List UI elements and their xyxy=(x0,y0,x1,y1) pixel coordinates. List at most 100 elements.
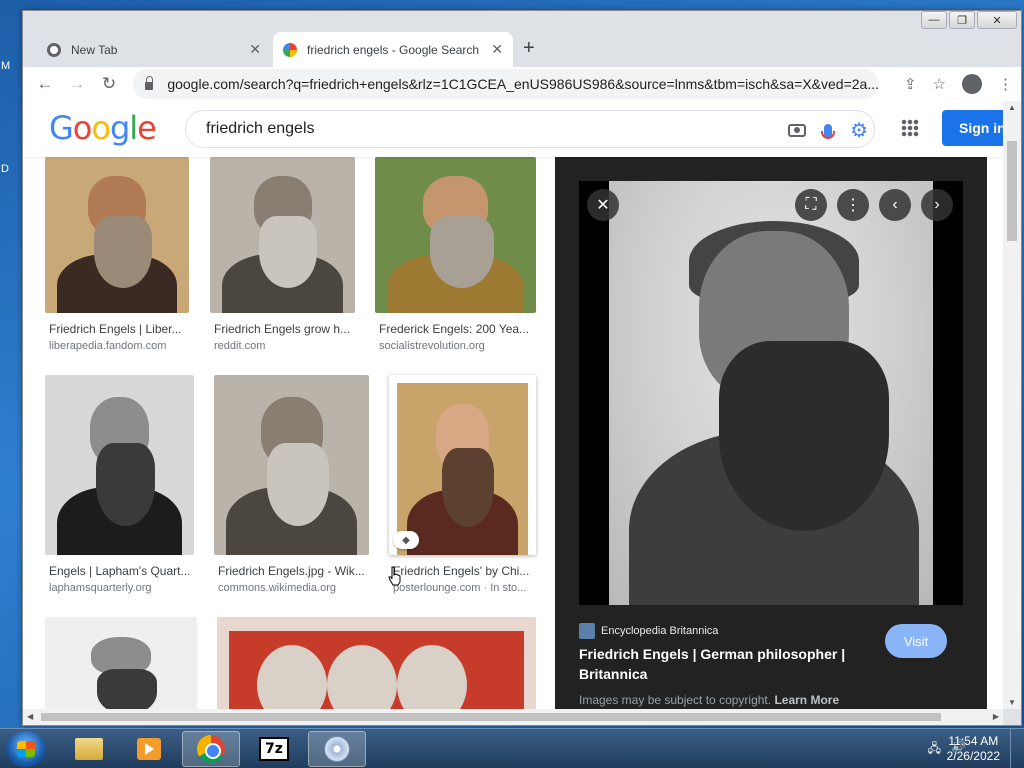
tab-title: friedrich engels - Google Search xyxy=(307,42,480,57)
result-source[interactable]: reddit.com xyxy=(214,340,354,352)
taskbar-disc-app[interactable] xyxy=(308,731,366,767)
image-results-grid: Friedrich Engels | Liber... liberapedia.… xyxy=(23,157,555,709)
browser-window: — ❐ ✕ New Tab ✕ friedrich engels - Googl… xyxy=(22,10,1022,726)
scroll-right-icon[interactable]: ▶ xyxy=(993,712,999,721)
horizontal-scroll-thumb[interactable] xyxy=(41,713,941,721)
google-favicon-icon xyxy=(283,42,297,57)
logo-letter: e xyxy=(137,109,157,147)
browser-menu-icon[interactable]: ⋮ xyxy=(998,75,1013,93)
taskbar-7zip[interactable]: 7z xyxy=(245,731,303,767)
url-text: google.com/search?q=friedrich+engels&rlz… xyxy=(167,76,879,92)
scroll-down-icon[interactable]: ▼ xyxy=(1008,698,1016,707)
image-result-thumbnail[interactable] xyxy=(45,375,194,555)
network-icon[interactable]: 🖧 xyxy=(928,739,941,760)
reload-button[interactable]: ↻ xyxy=(93,74,125,94)
previous-image-icon[interactable]: ‹ xyxy=(879,189,911,221)
close-preview-icon[interactable]: ✕ xyxy=(587,189,619,221)
logo-letter: G xyxy=(49,109,74,147)
preview-source[interactable]: Encyclopedia Britannica xyxy=(579,623,718,639)
tab-new-tab[interactable]: New Tab ✕ xyxy=(37,32,271,67)
image-preview-panel: ✕ ⛶ ⋮ ‹ › Encyclopedia Britannica Friedr… xyxy=(555,157,987,709)
minimize-button[interactable]: — xyxy=(921,11,947,29)
share-icon[interactable]: ⇪ xyxy=(904,75,917,93)
maximize-button[interactable]: ❐ xyxy=(949,11,975,29)
lock-icon xyxy=(145,76,154,90)
image-result-thumbnail[interactable] xyxy=(375,157,536,313)
back-button[interactable]: ← xyxy=(29,74,61,94)
result-title[interactable]: Friedrich Engels' by Chi... xyxy=(393,564,533,578)
result-source[interactable]: posterlounge.com · In sto... xyxy=(393,582,533,594)
tab-google-search[interactable]: friedrich engels - Google Search ✕ xyxy=(273,32,513,67)
search-input[interactable]: friedrich engels ⚙ xyxy=(185,110,875,148)
window-controls: — ❐ ✕ xyxy=(921,11,1017,29)
result-title[interactable]: Friedrich Engels | Liber... xyxy=(49,322,189,336)
result-source[interactable]: liberapedia.fandom.com xyxy=(49,340,189,352)
sign-in-button[interactable]: Sign in xyxy=(942,110,1003,146)
tag-icon[interactable]: ◆ xyxy=(393,531,419,549)
profile-avatar[interactable] xyxy=(962,74,982,94)
google-logo[interactable]: Google xyxy=(49,109,157,147)
folder-icon xyxy=(75,738,103,760)
visit-button[interactable]: Visit xyxy=(885,624,947,658)
result-title[interactable]: Engels | Lapham's Quart... xyxy=(49,564,194,578)
media-player-icon xyxy=(137,738,161,760)
copyright-notice: Images may be subject to copyright. Lear… xyxy=(579,693,839,707)
image-result-thumbnail[interactable] xyxy=(45,617,197,709)
close-window-button[interactable]: ✕ xyxy=(977,11,1017,29)
learn-more-link[interactable]: Learn More xyxy=(774,693,839,707)
new-tab-button[interactable]: + xyxy=(523,37,535,60)
taskbar: 7z 🖧 🔊 11:54 AM 2/26/2022 xyxy=(0,728,1024,768)
taskbar-media-player[interactable] xyxy=(120,731,178,767)
desktop-icon-label: M xyxy=(1,60,11,72)
camera-search-icon[interactable] xyxy=(788,124,807,137)
taskbar-chrome[interactable] xyxy=(182,731,240,767)
tab-title: New Tab xyxy=(71,42,118,57)
settings-gear-icon[interactable]: ⚙ xyxy=(850,118,868,143)
lens-search-icon[interactable]: ⛶ xyxy=(795,189,827,221)
disc-icon xyxy=(324,736,350,762)
preview-image[interactable]: ✕ ⛶ ⋮ ‹ › xyxy=(579,181,963,605)
logo-letter: o xyxy=(91,109,111,147)
next-image-icon[interactable]: › xyxy=(921,189,953,221)
result-source[interactable]: commons.wikimedia.org xyxy=(218,582,368,594)
address-bar[interactable]: google.com/search?q=friedrich+engels&rlz… xyxy=(133,69,879,99)
desktop-icon-label: D xyxy=(1,163,9,175)
forward-button[interactable]: → xyxy=(61,74,93,94)
hand-cursor-icon xyxy=(388,566,401,586)
image-result-thumbnail[interactable] xyxy=(210,157,355,313)
copyright-text: Images may be subject to copyright. xyxy=(579,693,772,707)
taskbar-explorer[interactable] xyxy=(60,731,118,767)
preview-title[interactable]: Friedrich Engels | German philosopher | … xyxy=(579,644,869,684)
bookmark-star-icon[interactable]: ☆ xyxy=(933,75,946,93)
search-query: friedrich engels xyxy=(206,120,315,137)
google-images-page: Google friedrich engels ⚙ Sign in Friedr… xyxy=(23,101,1003,709)
chrome-icon xyxy=(197,735,225,763)
start-button[interactable] xyxy=(6,731,46,767)
clock-time: 11:54 AM xyxy=(948,734,999,748)
image-result-thumbnail[interactable] xyxy=(214,375,369,555)
chrome-icon xyxy=(47,42,61,57)
microphone-icon[interactable] xyxy=(821,123,836,139)
tab-close-icon[interactable]: ✕ xyxy=(249,41,261,58)
horizontal-scrollbar[interactable]: ◀ ▶ xyxy=(23,709,1003,725)
result-title[interactable]: Frederick Engels: 200 Yea... xyxy=(379,322,534,336)
vertical-scrollbar[interactable]: ▲ ▼ xyxy=(1003,101,1021,709)
result-source[interactable]: laphamsquarterly.org xyxy=(49,582,194,594)
result-title[interactable]: Friedrich Engels.jpg - Wik... xyxy=(218,564,368,578)
vertical-scroll-thumb[interactable] xyxy=(1007,141,1017,241)
scroll-left-icon[interactable]: ◀ xyxy=(27,712,33,721)
more-options-icon[interactable]: ⋮ xyxy=(837,189,869,221)
result-source[interactable]: socialistrevolution.org xyxy=(379,340,534,352)
tab-close-icon[interactable]: ✕ xyxy=(491,41,503,58)
7zip-icon: 7z xyxy=(259,737,289,761)
image-result-thumbnail[interactable] xyxy=(217,617,536,709)
result-title[interactable]: Friedrich Engels grow h... xyxy=(214,322,354,336)
logo-letter: o xyxy=(72,109,93,147)
google-apps-icon[interactable] xyxy=(901,119,919,137)
scroll-up-icon[interactable]: ▲ xyxy=(1008,103,1016,112)
image-result-thumbnail[interactable]: ◆ xyxy=(389,375,536,555)
logo-letter: l xyxy=(129,109,138,147)
taskbar-clock[interactable]: 11:54 AM 2/26/2022 xyxy=(947,734,1000,764)
show-desktop-button[interactable] xyxy=(1010,729,1024,768)
image-result-thumbnail[interactable] xyxy=(45,157,189,313)
